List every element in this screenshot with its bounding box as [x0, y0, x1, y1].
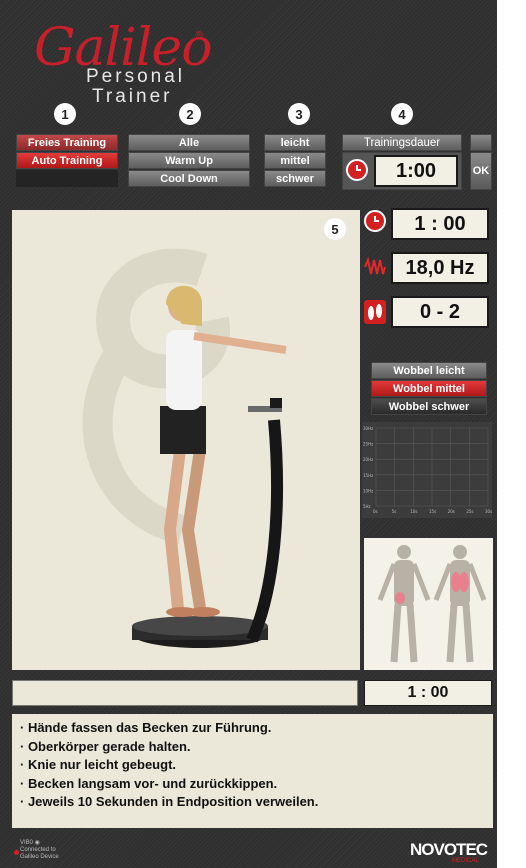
frequency-readout: 18,0 Hz: [391, 252, 489, 284]
novotec-logo-sub: MEDICAL: [452, 858, 479, 864]
graph-x-tick: 5s: [392, 509, 397, 514]
muscle-chart-panel: [364, 538, 493, 670]
ok-button[interactable]: OK: [470, 152, 492, 190]
graph-y-tick: 10Hz: [363, 488, 373, 493]
frequency-icon: [364, 256, 386, 278]
marker-1: 1: [54, 103, 76, 125]
group-all-button[interactable]: Alle: [128, 134, 250, 151]
status-line: Connected to: [20, 847, 56, 853]
muscle-figures: [377, 545, 487, 663]
level-medium-button[interactable]: mittel: [264, 152, 326, 169]
graph-x-tick: 10s: [410, 509, 417, 514]
auto-training-button[interactable]: Auto Training: [16, 152, 118, 169]
novotec-logo: NOVOTEC: [410, 840, 488, 859]
graph-y-tick: 25Hz: [363, 442, 373, 447]
status-line: Galileo Device: [20, 854, 59, 860]
wobbel-medium-button[interactable]: Wobbel mittel: [371, 380, 487, 397]
logo-trainer: Trainer: [92, 86, 173, 107]
graph-x-tick: 30s: [485, 509, 492, 514]
graph-x-tick: 0s: [373, 509, 378, 514]
instruction-item: · Knie nur leicht gebeugt.: [20, 757, 177, 772]
graph-x-tick: 25s: [466, 509, 473, 514]
exercise-image-panel: 5: [12, 210, 360, 670]
timer-clock-icon: [364, 210, 386, 232]
group-warmup-button[interactable]: Warm Up: [128, 152, 250, 169]
marker-3: 3: [288, 103, 310, 125]
status-dot-icon: [14, 850, 19, 855]
level-easy-button[interactable]: leicht: [264, 134, 326, 151]
feet-icon: [364, 300, 386, 324]
free-training-button[interactable]: Freies Training: [16, 134, 118, 151]
wobbel-heavy-button[interactable]: Wobbel schwer: [371, 398, 487, 415]
exercise-progress-bar: [12, 680, 358, 706]
wobbel-light-button[interactable]: Wobbel leicht: [371, 362, 487, 379]
instruction-item: · Becken langsam vor- und zurückkippen.: [20, 775, 278, 791]
clock-icon: [346, 159, 368, 181]
logo-registered: ®: [194, 30, 204, 41]
level-hard-button[interactable]: schwer: [264, 170, 326, 187]
instruction-item: · Jeweils 10 Sekunden in Endposition ver…: [20, 794, 319, 809]
graph-y-tick: 30Hz: [363, 426, 373, 431]
status-line: VIB0 ◉: [20, 840, 40, 846]
frequency-graph: 30Hz 25Hz 20Hz 15Hz 10Hz 5Hz 0s 5s 10s 15s 20s 25s 3…: [362, 422, 492, 518]
mode-empty-slot: [16, 170, 118, 187]
ok-top-slot: [470, 134, 492, 151]
foot-position-readout: 0 - 2: [391, 296, 489, 328]
duration-label: Trainingsdauer: [342, 134, 462, 151]
graph-x-tick: 20s: [448, 509, 455, 514]
marker-2: 2: [179, 103, 201, 125]
connection-status: VIB0 ◉ Connected to Galileo Device: [20, 840, 59, 861]
logo-personal: Personal: [86, 66, 185, 87]
marker-4: 4: [391, 103, 413, 125]
time-readout: 1 : 00: [391, 208, 489, 240]
group-cooldown-button[interactable]: Cool Down: [128, 170, 250, 187]
progress-time: 1 : 00: [364, 680, 492, 706]
graph-x-tick: 15s: [429, 509, 436, 514]
graph-y-tick: 5Hz: [363, 504, 371, 509]
exercise-illustration: [82, 248, 287, 648]
instructions-panel: · Hände fassen das Becken zur Führung. ·…: [12, 714, 493, 828]
instruction-item: · Hände fassen das Becken zur Führung.: [20, 720, 272, 735]
marker-5: 5: [324, 218, 346, 240]
trainer-window: Galileo ® Personal Trainer 1 2 3 4 Freie…: [0, 0, 497, 868]
duration-display[interactable]: 1:00: [374, 155, 458, 187]
instructions-list: · Hände fassen das Becken zur Führung. ·…: [12, 714, 493, 812]
instruction-item: · Oberkörper gerade halten.: [20, 738, 191, 754]
graph-y-tick: 15Hz: [363, 473, 373, 478]
graph-y-tick: 20Hz: [363, 457, 373, 462]
